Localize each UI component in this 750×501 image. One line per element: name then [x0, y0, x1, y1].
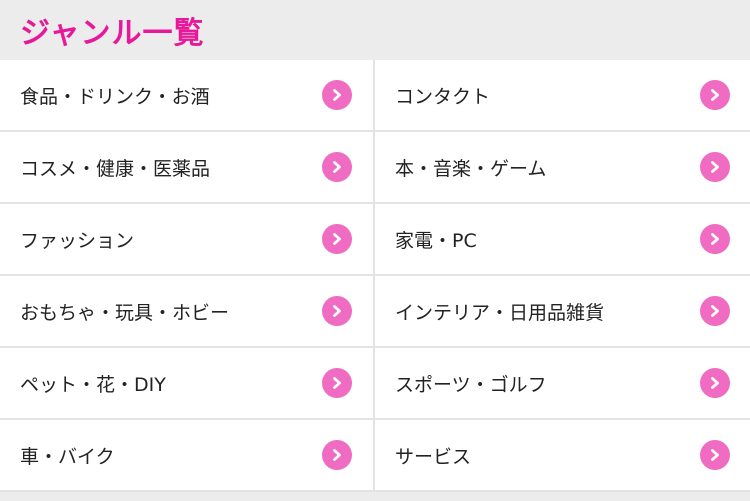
genre-item-label: サービス — [395, 445, 472, 468]
genre-item-fashion[interactable]: ファッション — [0, 204, 375, 276]
chevron-right-icon — [700, 152, 730, 182]
genre-item-label: 食品・ドリンク・お酒 — [20, 85, 210, 108]
genre-item-label: 家電・PC — [395, 229, 477, 252]
genre-item-label: スポーツ・ゴルフ — [395, 373, 547, 396]
genre-item-electronics-pc[interactable]: 家電・PC — [375, 204, 750, 276]
genre-item-interior-daily-goods[interactable]: インテリア・日用品雑貨 — [375, 276, 750, 348]
chevron-right-icon — [322, 80, 352, 110]
genre-item-label: 車・バイク — [20, 445, 115, 468]
genre-grid: 食品・ドリンク・お酒 コンタクト コスメ・健康・医薬品 本・音楽・ゲーム ファッ… — [0, 60, 750, 492]
chevron-right-icon — [700, 296, 730, 326]
genre-item-cosmetics-health-medicine[interactable]: コスメ・健康・医薬品 — [0, 132, 375, 204]
genre-item-books-music-games[interactable]: 本・音楽・ゲーム — [375, 132, 750, 204]
genre-item-food-drink-alcohol[interactable]: 食品・ドリンク・お酒 — [0, 60, 375, 132]
genre-item-sports-golf[interactable]: スポーツ・ゴルフ — [375, 348, 750, 420]
genre-item-pet-flower-diy[interactable]: ペット・花・DIY — [0, 348, 375, 420]
chevron-right-icon — [322, 296, 352, 326]
chevron-right-icon — [322, 440, 352, 470]
genre-item-label: コンタクト — [395, 85, 491, 108]
genre-item-contact[interactable]: コンタクト — [375, 60, 750, 132]
chevron-right-icon — [322, 368, 352, 398]
chevron-right-icon — [700, 440, 730, 470]
genre-item-label: ペット・花・DIY — [20, 373, 166, 396]
genre-list-header: ジャンル一覧 — [0, 0, 750, 60]
genre-item-label: ファッション — [20, 229, 135, 252]
chevron-right-icon — [322, 224, 352, 254]
genre-item-toys-hobby[interactable]: おもちゃ・玩具・ホビー — [0, 276, 375, 348]
chevron-right-icon — [322, 152, 352, 182]
chevron-right-icon — [700, 224, 730, 254]
page-title: ジャンル一覧 — [20, 16, 205, 51]
genre-item-car-bike[interactable]: 車・バイク — [0, 420, 375, 492]
genre-item-label: インテリア・日用品雑貨 — [395, 301, 605, 324]
chevron-right-icon — [700, 368, 730, 398]
genre-item-label: 本・音楽・ゲーム — [395, 157, 547, 180]
genre-item-label: コスメ・健康・医薬品 — [20, 157, 211, 180]
chevron-right-icon — [700, 80, 730, 110]
genre-item-services[interactable]: サービス — [375, 420, 750, 492]
genre-item-label: おもちゃ・玩具・ホビー — [20, 301, 230, 324]
